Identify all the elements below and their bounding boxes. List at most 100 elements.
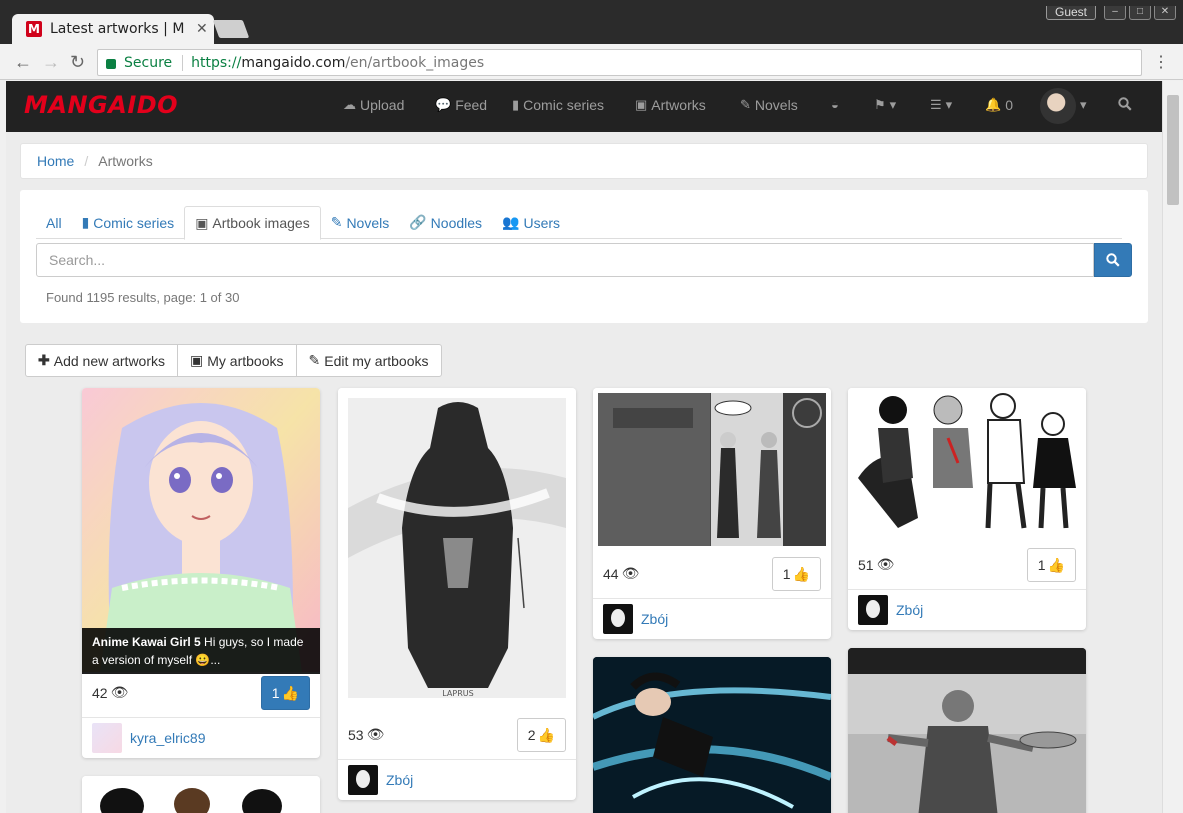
reload-icon[interactable]: ↻ xyxy=(70,52,85,73)
author-name[interactable]: Zbój xyxy=(386,772,413,788)
edit-my-artbooks-button[interactable]: ✎ Edit my artbooks xyxy=(295,344,442,377)
nav-artworks[interactable]: ▣ Artworks xyxy=(635,97,706,113)
artwork-image[interactable] xyxy=(593,657,831,813)
artwork-stats: 42 👁 1 👍 xyxy=(82,672,320,716)
browser-toolbar: ← → ↻ Secure https:// mangaido.com /en/a… xyxy=(0,44,1183,80)
tab-novels[interactable]: ✎ Novels xyxy=(321,206,400,239)
window-close-icon[interactable]: ✕ xyxy=(1154,6,1176,20)
nav-feed[interactable]: 💬 Feed xyxy=(435,97,487,113)
add-new-artworks-button[interactable]: ✚ Add new artworks xyxy=(25,344,179,377)
artwork-image[interactable]: LAPRUS xyxy=(338,388,576,714)
artbook-actions: ✚ Add new artworks ▣ My artbooks ✎ Edit my … xyxy=(25,344,442,377)
artwork-card[interactable]: 51 👁 1 👍 Zbój xyxy=(848,388,1086,630)
search-button[interactable] xyxy=(1094,243,1132,277)
close-tab-icon[interactable]: ✕ xyxy=(196,21,208,37)
users-icon: 👥 xyxy=(502,214,520,230)
my-artbooks-button[interactable]: ▣ My artbooks xyxy=(177,344,297,377)
nav-noodles[interactable]: ◒ xyxy=(831,97,839,112)
artwork-card[interactable] xyxy=(593,657,831,813)
tab-noodles-label: Noodles xyxy=(430,214,483,231)
tab-noodles[interactable]: 🔗 Noodles xyxy=(399,206,492,239)
page-scrollbar[interactable] xyxy=(1162,81,1183,813)
nav-search[interactable] xyxy=(1118,97,1132,111)
artwork-stats: 51 👁 1 👍 xyxy=(848,544,1086,588)
url-scheme: https:// xyxy=(191,54,242,71)
tab-all-label: All xyxy=(46,214,62,231)
scrollbar-thumb[interactable] xyxy=(1167,95,1179,205)
tab-artbook-images[interactable]: ▣ Artbook images xyxy=(184,206,321,240)
nav-novels[interactable]: ✎ Novels xyxy=(740,97,798,113)
link-icon: 🔗 xyxy=(409,214,427,230)
like-button[interactable]: 2 👍 xyxy=(516,718,566,752)
nav-comic-series[interactable]: ▮ Comic series xyxy=(512,97,604,113)
tab-comic-series[interactable]: ▮ Comic series xyxy=(72,206,185,239)
like-button[interactable]: 1 👍 xyxy=(260,676,310,710)
author-avatar[interactable] xyxy=(348,764,378,795)
tab-users[interactable]: 👥 Users xyxy=(492,206,570,239)
author-name[interactable]: Zbój xyxy=(896,602,923,618)
author-avatar[interactable] xyxy=(603,603,633,634)
artwork-card[interactable]: Anime Kawai Girl 5 Hi guys, so I made a … xyxy=(82,388,320,758)
browser-tab[interactable]: M Latest artworks | M ✕ xyxy=(12,14,214,44)
book-icon: ▮ xyxy=(512,97,520,112)
edit-icon: ✎ xyxy=(740,97,751,112)
artwork-author[interactable]: Zbój xyxy=(848,589,1086,629)
tab-all[interactable]: All xyxy=(36,206,72,239)
artwork-author[interactable]: Zbój xyxy=(593,598,831,638)
picture-icon: ▣ xyxy=(195,214,209,231)
breadcrumb-home[interactable]: Home xyxy=(37,153,74,169)
view-count: 51 👁 xyxy=(858,556,894,573)
edit-my-artbooks-label: Edit my artbooks xyxy=(324,352,429,369)
view-count-value: 44 xyxy=(603,565,619,582)
caret-down-icon: ▾ xyxy=(945,97,953,112)
new-tab-button[interactable] xyxy=(212,20,250,38)
like-button[interactable]: 1 👍 xyxy=(1026,548,1076,582)
author-name[interactable]: Zbój xyxy=(641,611,668,627)
search-icon xyxy=(1118,97,1132,111)
artwork-image[interactable] xyxy=(848,388,1086,544)
nav-notifications[interactable]: 🔔 0 xyxy=(985,97,1013,113)
minimize-icon[interactable]: – xyxy=(1104,6,1126,20)
artwork-image[interactable] xyxy=(593,388,831,553)
tab-users-label: Users xyxy=(523,214,561,231)
search-row xyxy=(36,243,1132,277)
search-input[interactable] xyxy=(36,243,1094,277)
picture-icon: ▣ xyxy=(190,352,204,368)
search-panel: All ▮ Comic series ▣ Artbook images ✎ Novel… xyxy=(20,190,1148,323)
user-avatar[interactable] xyxy=(1040,88,1076,124)
user-menu-caret[interactable]: ▾ xyxy=(1080,97,1087,113)
artwork-author[interactable]: kyra_elric89 xyxy=(82,717,320,757)
like-count: 2 xyxy=(527,727,536,743)
artwork-card[interactable]: LAPRUS 53 👁 2 👍 Zbój xyxy=(338,388,576,800)
browser-menu-icon[interactable]: ⋮ xyxy=(1153,52,1169,72)
view-count: 42 👁 xyxy=(92,684,128,701)
filter-tabs: All ▮ Comic series ▣ Artbook images ✎ Novel… xyxy=(36,206,1122,240)
nav-menu-dropdown[interactable]: ☰ ▾ xyxy=(930,97,952,113)
author-name[interactable]: kyra_elric89 xyxy=(130,730,205,746)
eye-icon: 👁 xyxy=(110,684,129,700)
artwork-image[interactable] xyxy=(82,776,320,813)
nav-upload[interactable]: ☁ Upload xyxy=(343,97,404,113)
artwork-author[interactable]: Zbój xyxy=(338,759,576,799)
author-avatar[interactable] xyxy=(858,594,888,625)
back-arrow-icon[interactable]: ← xyxy=(14,52,32,73)
tab-title: Latest artworks | M xyxy=(50,21,185,37)
artwork-card[interactable] xyxy=(82,776,320,813)
breadcrumb-separator: / xyxy=(84,153,89,169)
forward-arrow-icon[interactable]: → xyxy=(42,52,60,73)
guest-profile-button[interactable]: Guest xyxy=(1046,6,1097,20)
artwork-card[interactable] xyxy=(848,648,1086,813)
tab-novels-label: Novels xyxy=(346,214,390,231)
artwork-signature: LAPRUS xyxy=(442,689,473,698)
breadcrumb-current: Artworks xyxy=(98,153,153,169)
nav-flag-dropdown[interactable]: ⚑ ▾ xyxy=(874,97,896,113)
view-count: 44 👁 xyxy=(603,565,639,582)
maximize-icon[interactable]: □ xyxy=(1129,6,1151,20)
site-logo[interactable]: MANGAIDO xyxy=(24,91,178,119)
address-bar[interactable]: Secure https:// mangaido.com /en/artbook… xyxy=(97,49,1142,76)
like-button[interactable]: 1 👍 xyxy=(771,557,821,591)
artwork-image[interactable] xyxy=(848,648,1086,813)
author-avatar[interactable] xyxy=(92,722,122,753)
artwork-stats: 44 👁 1 👍 xyxy=(593,553,831,597)
artwork-card[interactable]: 44 👁 1 👍 Zbój xyxy=(593,388,831,639)
